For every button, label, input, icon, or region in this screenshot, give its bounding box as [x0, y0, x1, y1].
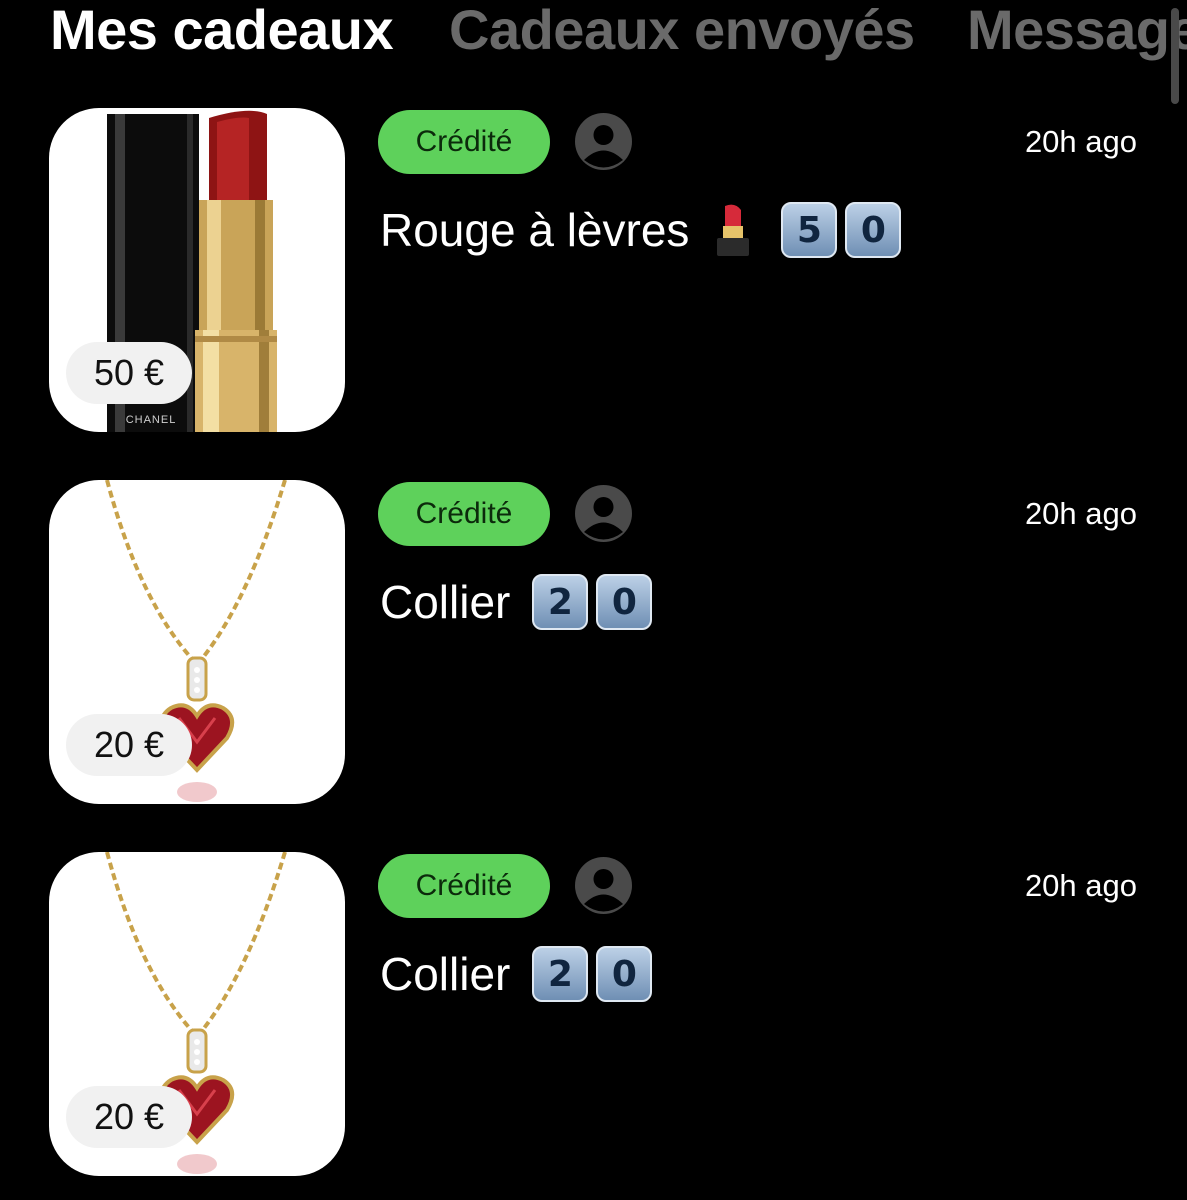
keycap-digit: 0: [596, 574, 653, 630]
keycap-digit: 2: [532, 574, 589, 630]
keycap-digit: 0: [596, 946, 653, 1002]
gift-item[interactable]: 20 € Crédité 20h ago Collier 2 0: [0, 480, 1187, 804]
keycap-digit: 5: [781, 202, 838, 258]
gift-price: 20 €: [66, 1086, 193, 1148]
avatar-icon[interactable]: [575, 485, 632, 542]
gift-title: Rouge à lèvres: [380, 204, 690, 256]
gift-title-line: Collier 2 0: [380, 942, 653, 1006]
scroll-indicator[interactable]: [1171, 8, 1179, 104]
gift-item[interactable]: CHANEL 50 € Crédité 20h ago Rouge à lèvr…: [0, 108, 1187, 432]
status-badge: Crédité: [378, 110, 550, 174]
tab-cadeaux-envoyes[interactable]: Cadeaux envoyés: [449, 0, 915, 62]
status-badge: Crédité: [378, 854, 550, 918]
tab-messages[interactable]: Messages: [967, 0, 1187, 62]
avatar-icon[interactable]: [575, 113, 632, 170]
gifts-screen: Mes cadeaux Cadeaux envoyés Messages CHA…: [0, 0, 1187, 1200]
avatar-icon[interactable]: [575, 857, 632, 914]
gift-price: 20 €: [66, 714, 193, 776]
gift-time: 20h ago: [1024, 868, 1137, 903]
gift-time: 20h ago: [1024, 496, 1137, 531]
lipstick-emoji-icon: [717, 204, 750, 256]
gift-item[interactable]: 20 € Crédité 20h ago Collier 2 0: [0, 852, 1187, 1176]
tab-bar: Mes cadeaux Cadeaux envoyés Messages: [0, 0, 1187, 70]
keycap-digit: 0: [845, 202, 902, 258]
gift-time: 20h ago: [1024, 124, 1137, 159]
gift-price: 50 €: [66, 342, 193, 404]
tab-mes-cadeaux[interactable]: Mes cadeaux: [50, 0, 394, 62]
brand-text: CHANEL: [126, 414, 177, 426]
gift-title-line: Rouge à lèvres 5 0: [380, 198, 902, 262]
gift-title: Collier: [380, 576, 511, 628]
status-badge: Crédité: [378, 482, 550, 546]
gift-title: Collier: [380, 948, 511, 1000]
gift-title-line: Collier 2 0: [380, 570, 653, 634]
keycap-digit: 2: [532, 946, 589, 1002]
